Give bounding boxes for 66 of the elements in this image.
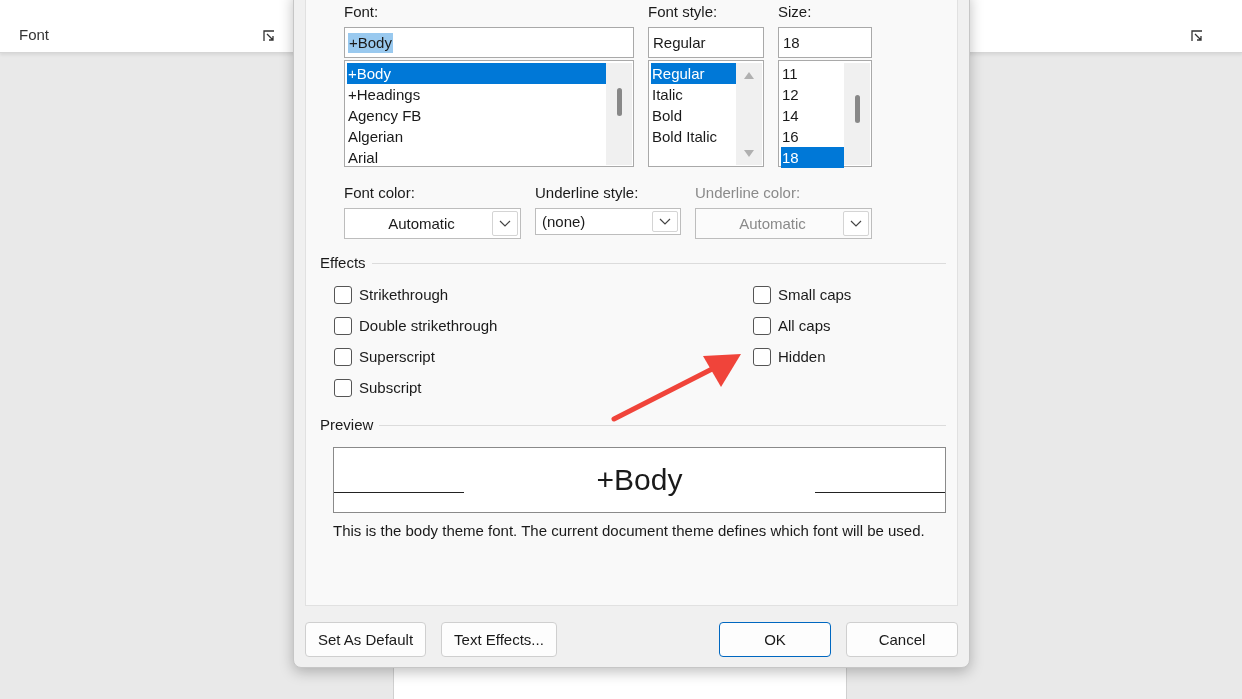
- chevron-down-icon: [659, 218, 671, 225]
- checkbox[interactable]: [753, 316, 771, 335]
- list-item[interactable]: Bold Italic: [651, 126, 736, 147]
- list-item[interactable]: 14: [781, 105, 844, 126]
- checkbox-label: All caps: [778, 317, 831, 334]
- field-label: Size:: [778, 2, 813, 21]
- scrollbar-thumb[interactable]: [855, 95, 860, 123]
- dialog-launcher-icon[interactable]: [1191, 30, 1203, 42]
- dialog-button[interactable]: OK: [719, 622, 831, 657]
- dropdown-button[interactable]: [843, 211, 869, 236]
- section-title: Effects: [320, 253, 366, 273]
- field-label: Underline color:: [695, 183, 802, 202]
- checkbox[interactable]: [753, 285, 771, 304]
- dropdown[interactable]: Automatic: [344, 208, 521, 239]
- preview-description: This is the body theme font. The current document theme defines which font will be used.: [333, 521, 926, 541]
- list-item[interactable]: 18: [781, 147, 844, 168]
- field-label: Font:: [344, 2, 380, 21]
- checkbox[interactable]: [334, 378, 352, 397]
- preview-text: +Body: [596, 462, 683, 498]
- checkbox[interactable]: [753, 347, 771, 366]
- section-title: Preview: [320, 415, 374, 435]
- list-item[interactable]: +Body: [347, 63, 606, 84]
- field-label: Font style:: [648, 2, 719, 21]
- checkbox-label: Double strikethrough: [359, 317, 498, 334]
- list-item[interactable]: +Headings: [347, 84, 606, 105]
- ribbon-group-label: Font: [19, 26, 49, 43]
- checkbox[interactable]: [334, 285, 352, 304]
- field-value: 18: [782, 32, 801, 53]
- text-field[interactable]: +Body: [344, 27, 634, 58]
- list-item[interactable]: 11: [781, 63, 844, 84]
- checkbox-label: Small caps: [778, 286, 852, 303]
- list-item[interactable]: Italic: [651, 84, 736, 105]
- list-item[interactable]: 12: [781, 84, 844, 105]
- dialog-button[interactable]: Cancel: [846, 622, 958, 657]
- scrollbar[interactable]: [844, 63, 870, 165]
- list-item[interactable]: Algerian: [347, 126, 606, 147]
- list-item[interactable]: Regular: [651, 63, 736, 84]
- scrollbar[interactable]: [736, 63, 762, 165]
- list-item[interactable]: 16: [781, 126, 844, 147]
- checkbox[interactable]: [334, 347, 352, 366]
- text-field[interactable]: 18: [778, 27, 872, 58]
- checkbox-label: Hidden: [778, 348, 826, 365]
- checkbox-label: Strikethrough: [359, 286, 449, 303]
- checkbox-label: Subscript: [359, 379, 422, 396]
- checkbox[interactable]: [334, 316, 352, 335]
- chevron-down-icon: [499, 220, 511, 227]
- dropdown-button[interactable]: [492, 211, 518, 236]
- list-item[interactable]: Bold: [651, 105, 736, 126]
- dialog-launcher-icon[interactable]: [263, 30, 275, 42]
- text-field[interactable]: Regular: [648, 27, 764, 58]
- scrollbar-thumb[interactable]: [617, 88, 622, 116]
- list-item[interactable]: Arial: [347, 147, 606, 168]
- dropdown[interactable]: (none): [535, 208, 681, 235]
- field-value: +Body: [348, 32, 393, 53]
- scrollbar[interactable]: [606, 63, 632, 165]
- dropdown-button[interactable]: [652, 211, 678, 232]
- chevron-down-icon: [850, 220, 862, 227]
- field-label: Underline style:: [535, 183, 640, 202]
- scroll-down-icon[interactable]: [744, 150, 754, 157]
- checkbox-label: Superscript: [359, 348, 435, 365]
- field-value: Regular: [652, 32, 707, 53]
- field-label: Font color:: [344, 183, 416, 202]
- scroll-up-icon[interactable]: [744, 72, 754, 79]
- list-item[interactable]: Agency FB: [347, 105, 606, 126]
- dialog-button[interactable]: Set As Default: [305, 622, 427, 657]
- dialog-button[interactable]: Text Effects...: [441, 622, 557, 657]
